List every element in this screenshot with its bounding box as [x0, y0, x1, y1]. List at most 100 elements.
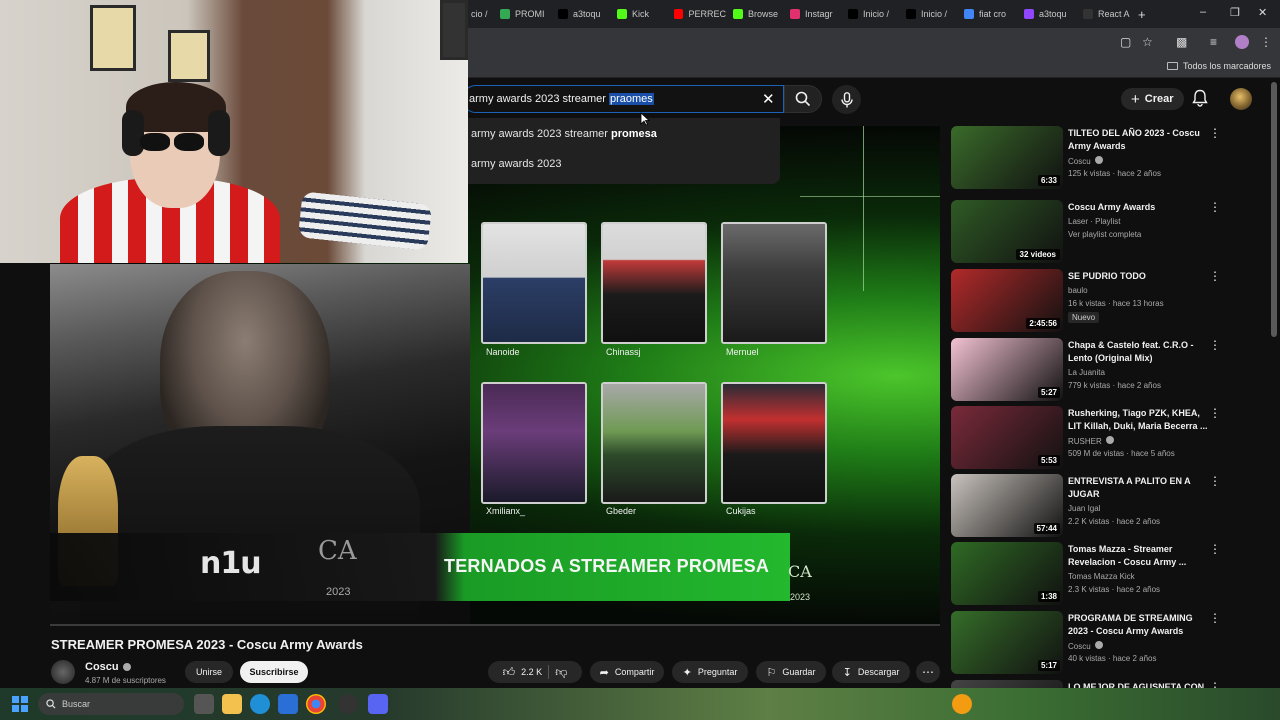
related-video-channel[interactable]: RUSHER	[1068, 436, 1114, 446]
store-icon[interactable]	[278, 694, 298, 714]
related-video-channel[interactable]: Coscu	[1068, 641, 1103, 651]
related-video-item[interactable]: 2:45:56 SE PUDRIO TODO baulo 16 k vistas · …	[951, 269, 1221, 333]
related-video-item[interactable]: 6:33 TILTEO DEL AÑO 2023 - Coscu Army Awa…	[951, 126, 1221, 190]
related-video-title[interactable]: Rusherking, Tiago PZK, KHEA, LIT Killah,…	[1068, 407, 1208, 433]
bookmark-star-icon[interactable]: ☆	[1142, 35, 1153, 49]
task-view-icon[interactable]	[194, 694, 214, 714]
more-actions-button[interactable]: ⋯	[916, 661, 940, 683]
video-thumbnail[interactable]: 2:45:56	[951, 269, 1063, 332]
channel-avatar[interactable]	[51, 660, 75, 684]
video-thumbnail[interactable]: 57:44	[951, 474, 1063, 537]
ask-button[interactable]: ✦ Preguntar	[672, 661, 748, 683]
file-explorer-icon[interactable]	[222, 694, 242, 714]
more-options-icon[interactable]: ⋮	[1209, 338, 1221, 352]
related-video-item[interactable]: 5:17 PROGRAMA DE STREAMING 2023 - Coscu A…	[951, 611, 1221, 675]
video-thumbnail[interactable]: 5:17	[951, 611, 1063, 674]
profile-avatar-icon[interactable]	[1235, 35, 1249, 49]
more-options-icon[interactable]: ⋮	[1209, 542, 1221, 556]
chrome-icon[interactable]	[306, 694, 326, 714]
notifications-bell-icon[interactable]	[1192, 89, 1208, 107]
edge-icon[interactable]	[250, 694, 270, 714]
share-button[interactable]: ➦ Compartir	[590, 661, 664, 683]
video-progress-bar[interactable]	[50, 624, 940, 626]
related-video-item[interactable]: 32 videos Coscu Army Awards Laser · Playli…	[951, 200, 1221, 264]
browser-tab[interactable]: PROMI	[500, 4, 552, 24]
taskbar-search[interactable]: Buscar	[38, 693, 184, 715]
like-button[interactable]: 👍︎ 2.2 K	[503, 665, 543, 680]
minimize-icon[interactable]: –	[1200, 6, 1206, 18]
video-thumbnail[interactable]	[951, 680, 1063, 688]
video-thumbnail[interactable]: 32 videos	[951, 200, 1063, 263]
browser-tab[interactable]: Instagr	[790, 4, 842, 24]
browser-tab[interactable]: a3toqu	[1024, 4, 1076, 24]
windows-start-icon[interactable]	[12, 696, 28, 712]
suggestion-item[interactable]: army awards 2023 streamer promesa	[471, 128, 657, 140]
browser-menu-icon[interactable]: ⋮	[1260, 35, 1272, 49]
obs-icon[interactable]	[338, 694, 358, 714]
related-video-title[interactable]: PROGRAMA DE STREAMING 2023 - Coscu Army …	[1068, 612, 1208, 638]
related-video-item[interactable]: 5:27 Chapa & Castelo feat. C.R.O - Lento …	[951, 338, 1221, 402]
related-video-title[interactable]: Tomas Mazza - Streamer Revelacion - Cosc…	[1068, 543, 1208, 569]
voice-search-button[interactable]	[832, 85, 861, 114]
related-video-channel[interactable]: Laser · Playlist	[1068, 217, 1120, 226]
tray-app-icon[interactable]	[952, 694, 972, 714]
related-video-title[interactable]: TILTEO DEL AÑO 2023 - Coscu Army Awards	[1068, 127, 1208, 153]
duration-badge: 5:17	[1037, 660, 1060, 671]
browser-tab[interactable]: React A	[1083, 4, 1135, 24]
more-options-icon[interactable]: ⋮	[1209, 200, 1221, 214]
search-button[interactable]	[784, 85, 822, 113]
related-video-title[interactable]: SE PUDRIO TODO	[1068, 270, 1208, 283]
related-video-channel[interactable]: baulo	[1068, 286, 1088, 295]
more-options-icon[interactable]: ⋮	[1209, 126, 1221, 140]
browser-tab[interactable]: Inicio /	[906, 4, 958, 24]
cast-icon[interactable]: ▢	[1120, 35, 1131, 49]
save-button[interactable]: ⚐ Guardar	[756, 661, 826, 683]
more-options-icon[interactable]: ⋮	[1209, 269, 1221, 283]
more-options-icon[interactable]: ⋮	[1209, 611, 1221, 625]
discord-icon[interactable]	[368, 694, 388, 714]
media-control-icon[interactable]: ≡	[1210, 35, 1217, 49]
dislike-button[interactable]: 👎︎	[555, 665, 567, 680]
search-query[interactable]: army awards 2023 streamer praomes	[469, 93, 654, 105]
video-thumbnail[interactable]: 6:33	[951, 126, 1063, 189]
download-button[interactable]: ↧ Descargar	[832, 661, 910, 683]
create-button[interactable]: + Crear	[1121, 88, 1184, 110]
new-tab-button[interactable]: +	[1138, 4, 1146, 24]
related-video-channel[interactable]: La Juanita	[1068, 368, 1105, 377]
video-thumbnail[interactable]: 5:27	[951, 338, 1063, 401]
restore-icon[interactable]: ❐	[1230, 6, 1240, 19]
related-video-item[interactable]: 57:44 ENTREVISTA A PALITO EN A JUGAR Juan …	[951, 474, 1221, 538]
channel-name-link[interactable]: Coscu	[85, 661, 131, 673]
close-window-icon[interactable]: ✕	[1258, 6, 1267, 19]
all-bookmarks-button[interactable]: Todos los marcadores	[1166, 61, 1271, 71]
kick-icon	[733, 9, 743, 19]
more-options-icon[interactable]: ⋮	[1209, 474, 1221, 488]
more-options-icon[interactable]: ⋮	[1209, 406, 1221, 420]
browser-tab[interactable]: PERREC	[674, 4, 726, 24]
page-scrollbar[interactable]	[1271, 82, 1277, 337]
browser-tab[interactable]: a3toqu	[558, 4, 610, 24]
suggestion-item[interactable]: army awards 2023	[471, 158, 562, 170]
related-video-channel[interactable]: Tomas Mazza Kick	[1068, 572, 1135, 581]
related-video-title[interactable]: LO MEJOR DE AGUSNETA CON	[1068, 681, 1208, 688]
related-video-channel[interactable]: Coscu	[1068, 156, 1103, 166]
related-video-title[interactable]: Coscu Army Awards	[1068, 201, 1208, 214]
extensions-icon[interactable]: ▩	[1176, 35, 1187, 49]
related-video-item[interactable]: LO MEJOR DE AGUSNETA CON ⋮	[951, 680, 1221, 688]
browser-tab[interactable]: fiat cro	[964, 4, 1016, 24]
clear-search-icon[interactable]: ✕	[762, 90, 775, 108]
account-avatar[interactable]	[1230, 88, 1252, 110]
more-options-icon[interactable]: ⋮	[1209, 680, 1221, 688]
browser-tab[interactable]: Inicio /	[848, 4, 900, 24]
video-thumbnail[interactable]: 5:53	[951, 406, 1063, 469]
related-video-item[interactable]: 5:53 Rusherking, Tiago PZK, KHEA, LIT Kil…	[951, 406, 1221, 470]
browser-tab[interactable]: Kick	[617, 4, 669, 24]
related-video-item[interactable]: 1:38 Tomas Mazza - Streamer Revelacion - …	[951, 542, 1221, 606]
join-button[interactable]: Unirse	[185, 661, 233, 683]
related-video-channel[interactable]: Juan Igal	[1068, 504, 1100, 513]
video-thumbnail[interactable]: 1:38	[951, 542, 1063, 605]
subscribe-button[interactable]: Suscribirse	[240, 661, 308, 683]
related-video-title[interactable]: ENTREVISTA A PALITO EN A JUGAR	[1068, 475, 1208, 501]
browser-tab[interactable]: Browse	[733, 4, 785, 24]
related-video-title[interactable]: Chapa & Castelo feat. C.R.O - Lento (Ori…	[1068, 339, 1208, 365]
